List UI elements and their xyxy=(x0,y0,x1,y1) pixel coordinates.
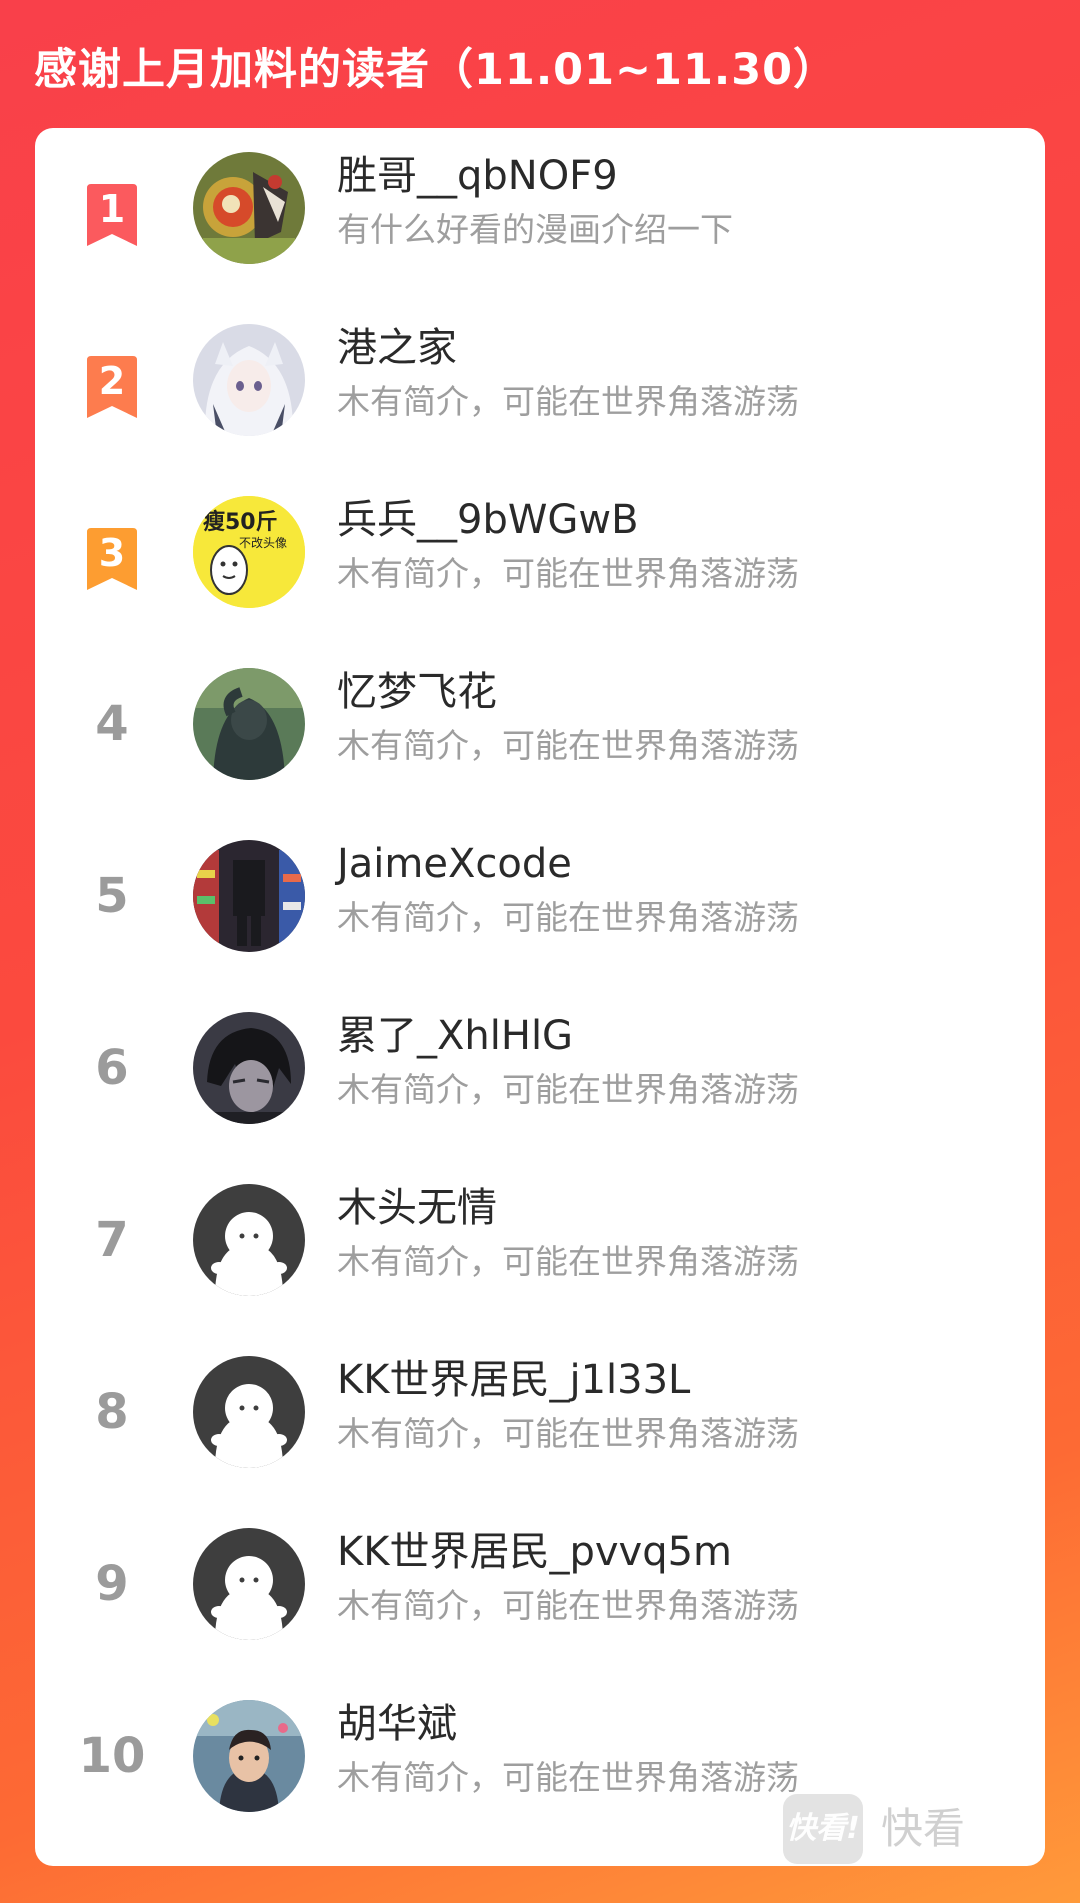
rank-ribbon-badge: 2 xyxy=(83,356,141,420)
reader-name[interactable]: 胡华斌 xyxy=(337,1698,457,1750)
reader-bio: 木有简介，可能在世界角落游荡 xyxy=(337,1758,799,1797)
rank-number: 5 xyxy=(95,868,129,924)
reader-row-9[interactable]: 9 KK世界居民_pvvq5m 木有简介，可能在世界角落游荡 xyxy=(35,1504,1045,1664)
reader-row-5[interactable]: 5 JaimeXcode 木有简介，可能在世界角落游荡 xyxy=(35,816,1045,976)
reader-name[interactable]: 胜哥__qbNOF9 xyxy=(337,150,618,202)
anime-girl-avatar-icon xyxy=(193,324,305,436)
reader-name[interactable]: KK世界居民_pvvq5m xyxy=(337,1526,732,1578)
rank-number: 3 xyxy=(98,531,126,575)
reader-bio: 木有简介，可能在世界角落游荡 xyxy=(337,898,799,937)
avatar[interactable] xyxy=(193,1184,305,1296)
store-aisle-avatar-icon xyxy=(193,840,305,952)
reader-row-2[interactable]: 2 港之家 木有简介，可能在世界角落游荡 xyxy=(35,300,1045,460)
reader-bio: 木有简介，可能在世界角落游荡 xyxy=(337,1070,799,1109)
watermark-text: 快看 xyxy=(881,1804,966,1853)
reader-name[interactable]: 累了_XhlHlG xyxy=(337,1010,573,1062)
hooded-person-avatar-icon xyxy=(193,668,305,780)
avatar[interactable]: 瘦50斤 不改头像 xyxy=(193,496,305,608)
reader-list-card: 1 胜哥__qbNOF9 有什么好看的漫画介绍一下 2 港之家 木有简介，可能在… xyxy=(35,128,1045,1866)
page-title: 感谢上月加料的读者（11.01~11.30） xyxy=(34,45,838,95)
reader-bio: 木有简介，可能在世界角落游荡 xyxy=(337,1414,799,1453)
reader-bio: 木有简介，可能在世界角落游荡 xyxy=(337,382,799,421)
rank-number: 8 xyxy=(95,1384,129,1440)
reader-name[interactable]: 忆梦飞花 xyxy=(337,666,497,718)
kuaikan-watermark: 快看! 快看 xyxy=(783,1793,965,1865)
reader-name[interactable]: KK世界居民_j1l33L xyxy=(337,1354,690,1406)
avatar[interactable] xyxy=(193,1700,305,1812)
avatar[interactable] xyxy=(193,324,305,436)
rank-number: 6 xyxy=(95,1040,129,1096)
rank-number: 10 xyxy=(78,1728,146,1784)
reader-name[interactable]: JaimeXcode xyxy=(337,838,572,890)
anime-art-avatar-icon xyxy=(193,152,305,264)
sticker-text-line1: 瘦50斤 xyxy=(203,510,278,535)
avatar[interactable] xyxy=(193,152,305,264)
rank-number: 9 xyxy=(95,1556,129,1612)
rank-number: 7 xyxy=(95,1212,129,1268)
reader-name[interactable]: 兵兵__9bWGwB xyxy=(337,494,639,546)
rank-number: 4 xyxy=(95,696,129,752)
default-avatar-icon xyxy=(193,1356,305,1468)
reader-bio: 木有简介，可能在世界角落游荡 xyxy=(337,554,799,593)
reader-row-3[interactable]: 3 瘦50斤 不改头像 兵兵__9bWGwB 木有简介，可能在世界角落游荡 xyxy=(35,472,1045,632)
sticker-text-line2: 不改头像 xyxy=(239,536,288,550)
avatar[interactable] xyxy=(193,1528,305,1640)
reader-row-6[interactable]: 6 累了_XhlHlG 木有简介，可能在世界角落游荡 xyxy=(35,988,1045,1148)
reader-bio: 木有简介，可能在世界角落游荡 xyxy=(337,1586,799,1625)
reader-row-4[interactable]: 4 忆梦飞花 木有简介，可能在世界角落游荡 xyxy=(35,644,1045,804)
avatar[interactable] xyxy=(193,1012,305,1124)
rank-ribbon-badge: 1 xyxy=(83,184,141,248)
default-avatar-icon xyxy=(193,1184,305,1296)
default-avatar-icon xyxy=(193,1528,305,1640)
reader-bio: 木有简介，可能在世界角落游荡 xyxy=(337,1242,799,1281)
avatar[interactable] xyxy=(193,840,305,952)
kuaikan-logo-icon: 快看! xyxy=(783,1794,863,1864)
reader-row-1[interactable]: 1 胜哥__qbNOF9 有什么好看的漫画介绍一下 xyxy=(35,128,1045,288)
avatar[interactable] xyxy=(193,1356,305,1468)
reader-bio: 有什么好看的漫画介绍一下 xyxy=(337,210,733,249)
reader-bio: 木有简介，可能在世界角落游荡 xyxy=(337,726,799,765)
reader-name[interactable]: 港之家 xyxy=(337,322,457,374)
selfie-avatar-icon xyxy=(193,1700,305,1812)
rank-ribbon-badge: 3 xyxy=(83,528,141,592)
dark-anime-boy-avatar-icon xyxy=(193,1012,305,1124)
rank-number: 2 xyxy=(98,359,126,403)
avatar[interactable] xyxy=(193,668,305,780)
reader-row-8[interactable]: 8 KK世界居民_j1l33L 木有简介，可能在世界角落游荡 xyxy=(35,1332,1045,1492)
rank-number: 1 xyxy=(98,187,126,231)
reader-row-7[interactable]: 7 木头无情 木有简介，可能在世界角落游荡 xyxy=(35,1160,1045,1320)
reader-name[interactable]: 木头无情 xyxy=(337,1182,497,1234)
